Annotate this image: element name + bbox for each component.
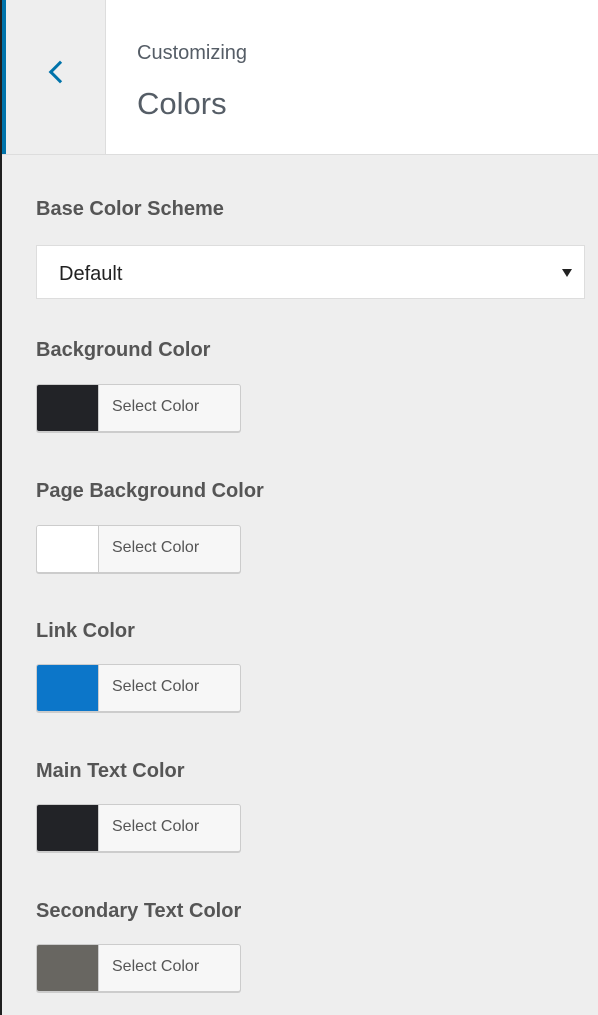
chevron-left-icon: [48, 60, 72, 84]
main-text-color-picker[interactable]: Select Color: [36, 804, 241, 852]
page-background-color-label: Page Background Color: [36, 480, 264, 502]
header-pretitle: Customizing: [137, 42, 248, 64]
base-color-scheme-select[interactable]: Default: [36, 245, 585, 299]
secondary-text-color-label: Secondary Text Color: [36, 900, 242, 922]
color-swatch: [37, 526, 99, 572]
page-background-color-picker[interactable]: Select Color: [36, 525, 241, 573]
select-value: Default: [59, 263, 123, 285]
color-swatch: [37, 385, 99, 431]
background-color-label: Background Color: [36, 339, 211, 361]
secondary-text-color-picker[interactable]: Select Color: [36, 944, 241, 992]
select-color-label: Select Color: [112, 678, 200, 695]
customizer-header: Customizing Colors: [2, 0, 598, 155]
back-button[interactable]: [2, 0, 106, 154]
color-swatch: [37, 805, 99, 851]
link-color-picker[interactable]: Select Color: [36, 664, 241, 712]
select-color-label: Select Color: [112, 818, 200, 835]
background-color-picker[interactable]: Select Color: [36, 384, 241, 432]
dropdown-arrow-icon: [562, 269, 572, 277]
color-swatch: [37, 945, 99, 991]
main-text-color-label: Main Text Color: [36, 760, 185, 782]
link-color-label: Link Color: [36, 620, 135, 642]
customizer-panel: Customizing Colors Base Color Scheme Def…: [0, 0, 598, 1015]
select-color-label: Select Color: [112, 539, 200, 556]
base-color-scheme-label: Base Color Scheme: [36, 198, 224, 220]
color-swatch: [37, 665, 99, 711]
select-color-label: Select Color: [112, 958, 200, 975]
select-color-label: Select Color: [112, 398, 200, 415]
page-title: Colors: [137, 86, 227, 121]
